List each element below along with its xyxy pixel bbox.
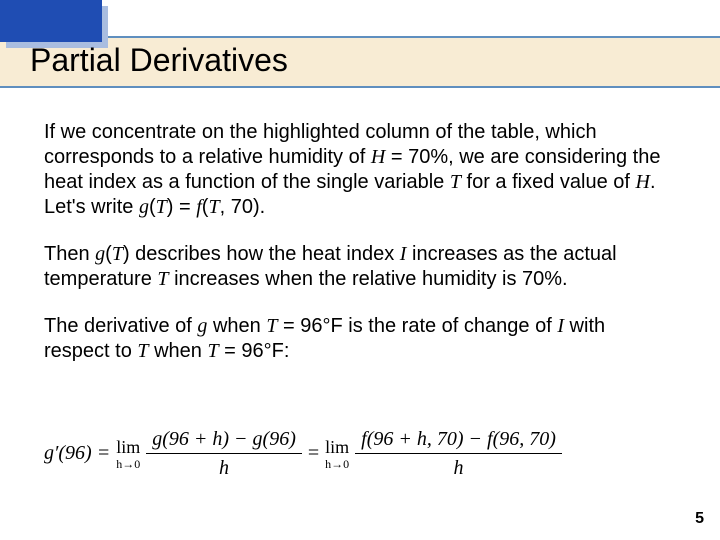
eq-mid: = bbox=[308, 442, 319, 465]
var-T-7: T bbox=[137, 340, 148, 362]
p3-seg-a: The derivative of bbox=[44, 315, 197, 337]
var-g: g bbox=[139, 196, 149, 218]
eq-lim-2: lim h→0 bbox=[325, 438, 349, 470]
var-T-4: T bbox=[112, 243, 123, 265]
p2-seg-d: increases when the relative humidity is … bbox=[169, 268, 568, 290]
var-H-2: H bbox=[636, 171, 650, 193]
title-accent-box bbox=[0, 0, 102, 42]
eq-frac-2: f(96 + h, 70) − f(96, 70) h bbox=[355, 428, 562, 479]
p1-seg-e: ) = bbox=[167, 196, 196, 218]
var-f: f bbox=[196, 196, 202, 218]
p1-seg-f: , 70). bbox=[220, 196, 266, 218]
page-number: 5 bbox=[695, 510, 704, 528]
var-g-2: g bbox=[95, 243, 105, 265]
eq-lhs: g′(96) = bbox=[44, 442, 110, 465]
paragraph-2: Then g(T) describes how the heat index I… bbox=[44, 242, 664, 292]
eq-frac-2-den: h bbox=[448, 454, 470, 479]
p3-seg-b: when bbox=[207, 315, 266, 337]
eq-lim-2-top: lim bbox=[325, 438, 349, 456]
p3-seg-e: when bbox=[149, 340, 208, 362]
p3-seg-f: = 96°F: bbox=[219, 340, 290, 362]
eq-frac-1-den: h bbox=[213, 454, 235, 479]
equation: g′(96) = lim h→0 g(96 + h) − g(96) h = l… bbox=[44, 428, 684, 479]
var-T-3: T bbox=[208, 196, 219, 218]
p2-seg-b: ) describes how the heat index bbox=[123, 243, 400, 265]
page-title: Partial Derivatives bbox=[30, 42, 288, 79]
p3-seg-c: = 96°F is the rate of change of bbox=[277, 315, 557, 337]
eq-frac-1-num: g(96 + h) − g(96) bbox=[146, 428, 302, 454]
body-content: If we concentrate on the highlighted col… bbox=[44, 120, 664, 386]
var-I-2: I bbox=[557, 315, 564, 337]
var-H: H bbox=[371, 146, 385, 168]
var-T-8: T bbox=[207, 340, 218, 362]
var-T-6: T bbox=[266, 315, 277, 337]
paragraph-1: If we concentrate on the highlighted col… bbox=[44, 120, 664, 220]
p2-seg-a: Then bbox=[44, 243, 95, 265]
eq-frac-1: g(96 + h) − g(96) h bbox=[146, 428, 302, 479]
eq-frac-2-num: f(96 + h, 70) − f(96, 70) bbox=[355, 428, 562, 454]
var-g-3: g bbox=[197, 315, 207, 337]
eq-lim-1: lim h→0 bbox=[116, 438, 140, 470]
eq-lim-2-bot: h→0 bbox=[325, 458, 349, 470]
var-T-5: T bbox=[157, 268, 168, 290]
paragraph-3: The derivative of g when T = 96°F is the… bbox=[44, 314, 664, 364]
eq-lim-1-bot: h→0 bbox=[116, 458, 140, 470]
eq-lim-1-top: lim bbox=[116, 438, 140, 456]
var-T: T bbox=[450, 171, 461, 193]
var-T-2: T bbox=[156, 196, 167, 218]
p1-seg-c: for a fixed value of bbox=[461, 171, 636, 193]
